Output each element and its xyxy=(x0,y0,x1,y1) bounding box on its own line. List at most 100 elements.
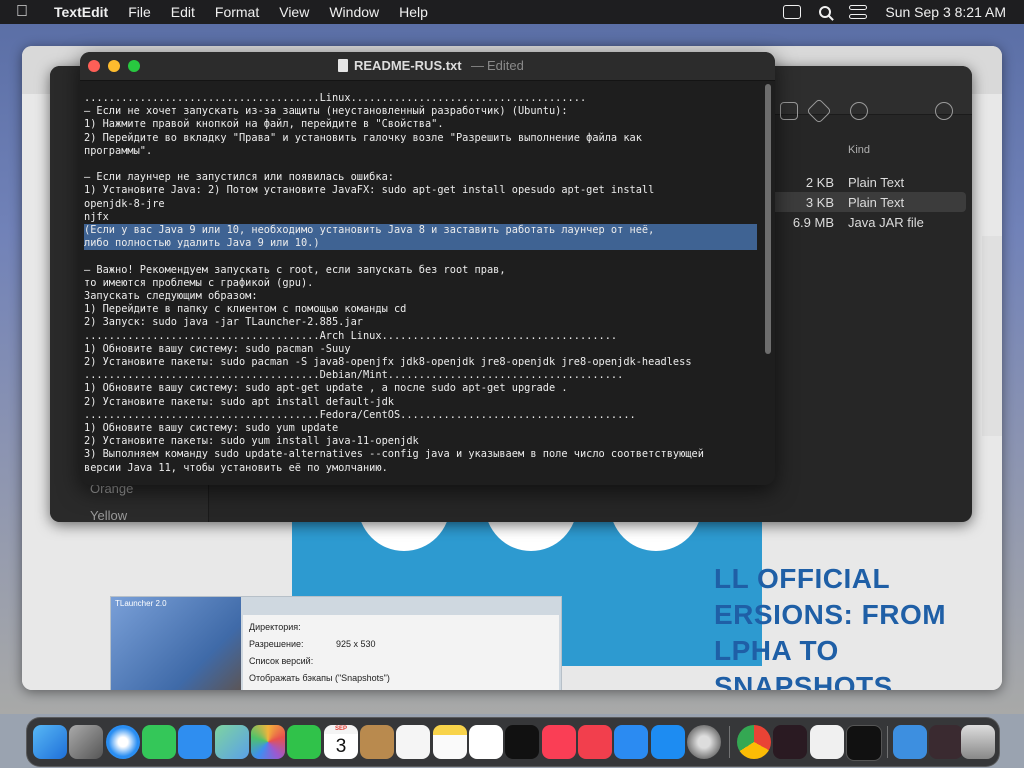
console-dock-icon[interactable] xyxy=(846,725,882,761)
screen-mirroring-icon[interactable] xyxy=(783,5,802,19)
text-editor-area[interactable]: ......................................Li… xyxy=(84,92,761,482)
search-icon[interactable] xyxy=(935,102,953,120)
text-line: 2) Запуск: sudo java -jar TLauncher-2.88… xyxy=(84,316,363,329)
file-kind: Plain Text xyxy=(848,194,905,210)
text-line: версии Java 11, чтобы установить её по у… xyxy=(84,461,388,474)
zoom-button[interactable] xyxy=(128,60,140,72)
spotlight-search-icon[interactable] xyxy=(819,6,832,18)
control-center-icon[interactable] xyxy=(849,5,868,19)
menu-format[interactable]: Format xyxy=(215,4,259,20)
column-header-kind[interactable]: Kind xyxy=(770,144,970,166)
news-dock-icon[interactable] xyxy=(578,725,612,759)
file-size: 3 KB xyxy=(805,194,834,210)
launcher-window-label: TLauncher 2.0 xyxy=(115,599,167,608)
promo-line: LL OFFICIAL xyxy=(714,563,891,594)
form-label-versions: Список версий: xyxy=(249,656,314,666)
mail-dock-icon[interactable] xyxy=(178,725,212,759)
text-line: — Если не хочет запускать из-за защиты (… xyxy=(84,105,568,118)
document-title: README-RUS.txt xyxy=(354,58,462,73)
safari-dock-icon[interactable] xyxy=(106,725,140,759)
text-line: openjdk-8-jre xyxy=(84,197,165,210)
sidebar-tag-yellow[interactable]: Yellow xyxy=(90,508,127,522)
menu-view[interactable]: View xyxy=(279,4,309,20)
close-button[interactable] xyxy=(88,60,100,72)
minecraft-character-image xyxy=(111,597,241,690)
app-dock-icon[interactable] xyxy=(773,725,807,759)
calendar-day: 3 xyxy=(324,734,358,759)
text-line: (Если у вас Java 9 или 10, необходимо ус… xyxy=(84,224,655,236)
text-line: — Если лаунчер не запустился или появила… xyxy=(84,171,394,184)
text-line: Запускать следующим образом: xyxy=(84,290,258,302)
apple-tv-dock-icon[interactable] xyxy=(505,725,539,759)
promo-line: LPHA TO xyxy=(714,635,839,666)
text-line: ......................................Li… xyxy=(84,92,587,104)
launcher-settings-form: Директория: Разрешение: 925 x 530 Список… xyxy=(243,615,559,690)
messages-dock-icon[interactable] xyxy=(142,725,176,759)
text-line: ......................................Ar… xyxy=(84,329,618,342)
file-kind: Plain Text xyxy=(848,174,905,190)
reminders-dock-icon[interactable] xyxy=(396,725,430,759)
file-size: 6.9 MB xyxy=(792,214,834,230)
text-line: 1) Нажмите правой кнопкой на файл, перей… xyxy=(84,118,444,131)
promo-line: SNAPSHOTS xyxy=(714,671,893,690)
launchpad-dock-icon[interactable] xyxy=(69,725,103,759)
apple-menu-icon[interactable]:  xyxy=(16,3,32,21)
menu-clock[interactable]: Sun Sep 3 8:21 AM xyxy=(885,4,1006,20)
text-line: ......................................Fe… xyxy=(84,408,636,421)
photos-dock-icon[interactable] xyxy=(251,725,285,759)
text-line: 1) Перейдите в папку с клиентом с помощь… xyxy=(84,303,407,316)
keynote-dock-icon[interactable] xyxy=(614,725,648,759)
scrollbar-thumb[interactable] xyxy=(765,84,771,354)
contacts-dock-icon[interactable] xyxy=(360,725,394,759)
facetime-dock-icon[interactable] xyxy=(287,725,321,759)
text-line: 2) Перейдите во вкладку "Права" и устано… xyxy=(84,131,642,144)
system-settings-dock-icon[interactable] xyxy=(687,725,721,759)
file-row[interactable]: 2 KB Plain Text xyxy=(770,172,960,192)
menu-bar:  TextEdit File Edit Format View Window … xyxy=(0,0,1024,24)
text-line: то имеются проблемы с графикой (gpu). xyxy=(84,276,314,289)
chrome-dock-icon[interactable] xyxy=(737,725,771,759)
text-line: 1) Обновите вашу систему: sudo yum updat… xyxy=(84,422,339,434)
finder-dock-icon[interactable] xyxy=(33,725,67,759)
textedit-window: README-RUS.txt — Edited ................… xyxy=(80,52,775,485)
dock-separator xyxy=(887,726,888,758)
textedit-dock-icon[interactable] xyxy=(810,725,844,759)
menu-window[interactable]: Window xyxy=(329,4,379,20)
share-icon[interactable] xyxy=(780,102,798,120)
trash-dock-icon[interactable] xyxy=(961,725,995,759)
menu-help[interactable]: Help xyxy=(399,4,428,20)
form-checkbox-snapshots: Отображать бэкапы ("Snapshots") xyxy=(249,673,390,683)
document-icon xyxy=(338,59,348,72)
calendar-dock-icon[interactable]: SEP 3 xyxy=(324,725,358,759)
file-kind: Java JAR file xyxy=(848,214,924,230)
minimize-button[interactable] xyxy=(108,60,120,72)
text-line: 1) Обновите вашу систему: sudo apt-get u… xyxy=(84,382,568,395)
text-line: — Важно! Рекомендуем запускать с root, е… xyxy=(84,263,506,276)
app-store-dock-icon[interactable] xyxy=(651,725,685,759)
text-line: ......................................De… xyxy=(84,369,624,382)
text-line: 1) Обновите вашу систему: sudo pacman -S… xyxy=(84,342,351,355)
maps-dock-icon[interactable] xyxy=(215,725,249,759)
screenshot-dock-icon[interactable] xyxy=(929,725,963,759)
freeform-dock-icon[interactable] xyxy=(469,725,503,759)
file-size: 2 KB xyxy=(805,174,834,190)
form-label-directory: Директория: xyxy=(249,622,301,632)
form-label-resolution: Разрешение: 925 x 530 xyxy=(249,639,376,649)
music-dock-icon[interactable] xyxy=(542,725,576,759)
promo-headline: LL OFFICIAL ERSIONS: FROM LPHA TO SNAPSH… xyxy=(714,561,994,690)
title-separator: — xyxy=(471,58,484,73)
file-row-selected[interactable]: 3 KB Plain Text xyxy=(770,192,966,212)
vertical-scrollbar[interactable] xyxy=(764,82,772,355)
file-row[interactable]: 6.9 MB Java JAR file xyxy=(770,212,960,232)
textedit-titlebar[interactable]: README-RUS.txt — Edited xyxy=(80,52,775,81)
menu-file[interactable]: File xyxy=(128,4,151,20)
page-side-column xyxy=(982,236,1002,436)
text-line: либо полностью удалить Java 9 или 10.) xyxy=(84,237,320,250)
downloads-folder-dock-icon[interactable] xyxy=(893,725,927,759)
launcher-screenshot: TLauncher 2.0 Директория: Разрешение: 92… xyxy=(110,596,562,690)
dock: SEP 3 xyxy=(26,717,1000,767)
more-actions-icon[interactable] xyxy=(850,102,868,120)
menu-app-name[interactable]: TextEdit xyxy=(54,4,108,20)
menu-edit[interactable]: Edit xyxy=(171,4,195,20)
notes-dock-icon[interactable] xyxy=(433,725,467,759)
